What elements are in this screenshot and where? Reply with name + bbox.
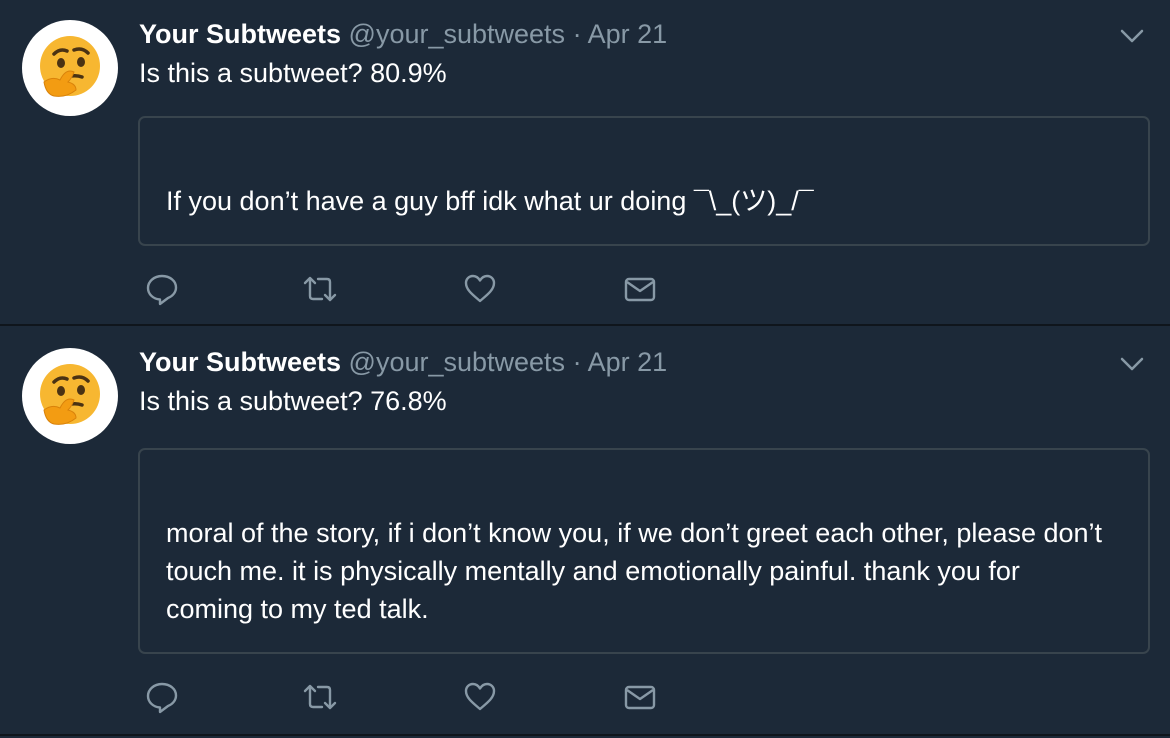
envelope-icon[interactable] (621, 678, 659, 716)
tweet-header: Your Subtweets @your_subtweets · Apr 21 (139, 17, 667, 51)
author-handle[interactable]: @your_subtweets (349, 19, 566, 49)
chevron-down-icon[interactable] (1118, 22, 1146, 50)
separator: · (572, 19, 582, 49)
quoted-tweet-text: moral of the story, if i don’t know you,… (166, 518, 1103, 624)
avatar[interactable] (22, 348, 118, 444)
tweet[interactable]: Your Subtweets @your_subtweets · Apr 21 … (0, 0, 1170, 326)
retweet-icon[interactable] (301, 678, 339, 716)
tweet-date[interactable]: Apr 21 (588, 347, 668, 377)
avatar[interactable] (22, 20, 118, 116)
envelope-icon[interactable] (621, 270, 659, 308)
tweet-text: Is this a subtweet? 80.9% (139, 58, 447, 88)
quoted-tweet[interactable]: moral of the story, if i don’t know you,… (138, 448, 1150, 654)
author-handle[interactable]: @your_subtweets (349, 347, 566, 377)
tweet[interactable]: Your Subtweets @your_subtweets · Apr 21 … (0, 328, 1170, 736)
heart-icon[interactable] (461, 270, 499, 308)
tweet-header: Your Subtweets @your_subtweets · Apr 21 (139, 345, 667, 379)
reply-icon[interactable] (143, 678, 181, 716)
separator: · (572, 347, 582, 377)
tweet-actions (143, 270, 683, 310)
retweet-icon[interactable] (301, 270, 339, 308)
quoted-tweet[interactable]: If you don’t have a guy bff idk what ur … (138, 116, 1150, 246)
quoted-tweet-text: If you don’t have a guy bff idk what ur … (166, 186, 814, 216)
thinking-face-icon (40, 36, 100, 97)
heart-icon[interactable] (461, 678, 499, 716)
tweet-date[interactable]: Apr 21 (588, 19, 668, 49)
chevron-down-icon[interactable] (1118, 350, 1146, 378)
author-name[interactable]: Your Subtweets (139, 19, 341, 49)
thinking-face-icon (40, 364, 100, 425)
tweet-actions (143, 678, 683, 718)
reply-icon[interactable] (143, 270, 181, 308)
author-name[interactable]: Your Subtweets (139, 347, 341, 377)
tweet-text: Is this a subtweet? 76.8% (139, 386, 447, 416)
